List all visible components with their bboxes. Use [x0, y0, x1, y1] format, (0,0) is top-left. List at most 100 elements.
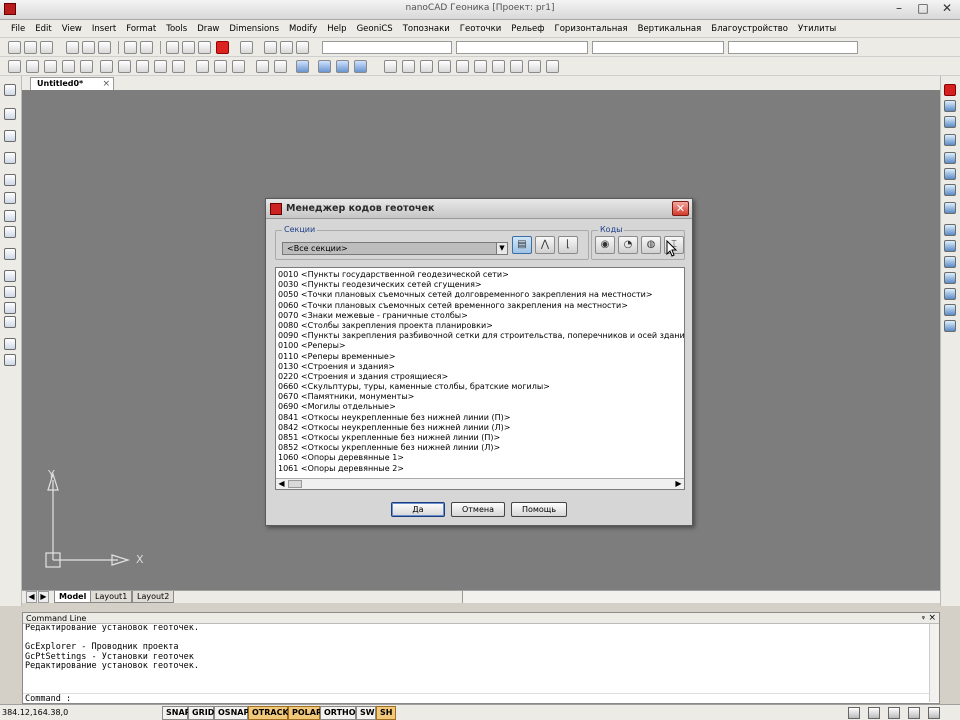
array-icon[interactable] — [944, 152, 956, 164]
copy-object-icon[interactable] — [944, 100, 956, 112]
code-edit-button[interactable]: ◔ — [618, 236, 638, 254]
open-file-icon[interactable] — [24, 41, 37, 54]
list-item[interactable]: 1061 <Опоры деревянные 2> — [276, 464, 684, 474]
menu-draw[interactable]: Draw — [192, 24, 224, 34]
geo-tool-3-icon[interactable] — [336, 60, 349, 73]
tab-first-icon[interactable]: ◀ — [26, 591, 37, 603]
hatch-icon[interactable] — [4, 226, 16, 238]
osnap-insert-icon[interactable] — [214, 60, 227, 73]
point-icon[interactable] — [4, 248, 16, 260]
osnap-intersection-icon[interactable] — [44, 60, 57, 73]
rectangle-icon[interactable] — [4, 152, 16, 164]
move-icon[interactable] — [944, 168, 956, 180]
section-view-button[interactable]: ▤ — [512, 236, 532, 254]
osnap-center-icon[interactable] — [100, 60, 113, 73]
list-item[interactable]: 1060 <Опоры деревянные 1> — [276, 453, 684, 463]
tab-layout2[interactable]: Layout2 — [132, 591, 175, 603]
ortho-toggle[interactable]: ORTHO — [320, 706, 356, 720]
properties-icon[interactable] — [240, 41, 253, 54]
section-edit-button[interactable]: ⋀ — [535, 236, 555, 254]
dim-radius-icon[interactable] — [438, 60, 451, 73]
break-icon[interactable] — [944, 272, 956, 284]
list-item[interactable]: 0080 <Столбы закрепления проекта планиро… — [276, 321, 684, 331]
list-item[interactable]: 0050 <Точки плановых съемочных сетей дол… — [276, 290, 684, 300]
new-file-icon[interactable] — [8, 41, 21, 54]
save-icon[interactable] — [40, 41, 53, 54]
otrack-toggle[interactable]: OTRACK — [248, 706, 289, 720]
insert-block-icon[interactable] — [4, 286, 16, 298]
offset-icon[interactable] — [944, 134, 956, 146]
command-input[interactable]: Command : — [23, 693, 929, 704]
menu-file[interactable]: File — [6, 24, 30, 34]
dim-aligned-icon[interactable] — [402, 60, 415, 73]
list-horizontal-scrollbar[interactable]: ◀ ▶ — [276, 478, 684, 489]
list-item[interactable]: 0130 <Строения и здания> — [276, 362, 684, 372]
dim-linear-icon[interactable] — [384, 60, 397, 73]
tab-model[interactable]: Model — [54, 591, 92, 603]
menu-toposigns[interactable]: Топознаки — [398, 24, 455, 34]
menu-help[interactable]: Help — [322, 24, 351, 34]
dim-baseline-icon[interactable] — [492, 60, 505, 73]
trim-icon[interactable] — [944, 240, 956, 252]
list-item[interactable]: 0670 <Памятники, монументы> — [276, 392, 684, 402]
explode-icon[interactable] — [944, 320, 956, 332]
tray-icon-3[interactable] — [888, 707, 900, 719]
linetype-combo[interactable] — [592, 41, 724, 54]
codes-list[interactable]: 0010 <Пункты государственной геодезическ… — [275, 267, 685, 490]
grid-toggle[interactable]: GRID — [188, 706, 214, 720]
osnap-endpoint-icon[interactable] — [8, 60, 21, 73]
sections-select[interactable]: <Все секции> ▼ — [282, 242, 508, 255]
list-item[interactable]: 0070 <Знаки межевые - граничные столбы> — [276, 311, 684, 321]
tab-prev-icon[interactable]: ▶ — [38, 591, 49, 603]
close-tab-icon[interactable]: × — [102, 78, 110, 90]
scale-icon[interactable] — [944, 202, 956, 214]
dim-angular-icon[interactable] — [474, 60, 487, 73]
tray-icon-5[interactable] — [928, 707, 940, 719]
geo-tool-4-icon[interactable] — [354, 60, 367, 73]
list-item[interactable]: 0841 <Откосы неукрепленные без нижней ли… — [276, 413, 684, 423]
tray-icon-4[interactable] — [908, 707, 920, 719]
tab-layout1[interactable]: Layout1 — [90, 591, 133, 603]
list-item[interactable]: 0660 <Скульптуры, туры, каменные столбы,… — [276, 382, 684, 392]
list-item[interactable]: 0851 <Откосы укрепленные без нижней лини… — [276, 433, 684, 443]
ellipse-icon[interactable] — [4, 316, 16, 328]
stretch-icon[interactable] — [944, 224, 956, 236]
preview-icon[interactable] — [98, 41, 111, 54]
menu-utilities[interactable]: Утилиты — [793, 24, 841, 34]
rotate-icon[interactable] — [944, 184, 956, 196]
menu-insert[interactable]: Insert — [87, 24, 121, 34]
list-item[interactable]: 0842 <Откосы неукрепленные без нижней ли… — [276, 423, 684, 433]
dialog-close-button[interactable]: ✕ — [672, 201, 689, 216]
osnap-perpendicular-icon[interactable] — [154, 60, 167, 73]
list-item[interactable]: 0100 <Реперы> — [276, 341, 684, 351]
list-item[interactable]: 0010 <Пункты государственной геодезическ… — [276, 270, 684, 280]
osnap-quadrant-icon[interactable] — [118, 60, 131, 73]
table-icon[interactable] — [4, 338, 16, 350]
close-window-icon[interactable]: ✕ — [936, 1, 958, 17]
close-panel-icon[interactable]: × — [928, 613, 936, 624]
list-item[interactable]: 0110 <Реперы временные> — [276, 352, 684, 362]
osnap-nearest-icon[interactable] — [232, 60, 245, 73]
sw-toggle[interactable]: SW — [356, 706, 376, 720]
osnap-parallel-icon[interactable] — [172, 60, 185, 73]
geo-tool-2-icon[interactable] — [318, 60, 331, 73]
delete-icon[interactable] — [216, 41, 229, 54]
undo-icon[interactable] — [124, 41, 137, 54]
menu-horizontal[interactable]: Горизонтальная — [550, 24, 633, 34]
match-icon[interactable] — [280, 41, 293, 54]
menu-dimensions[interactable]: Dimensions — [224, 24, 284, 34]
paste-icon[interactable] — [198, 41, 211, 54]
section-delete-button[interactable]: ⌊ — [558, 236, 578, 254]
osnap-apparent-icon[interactable] — [62, 60, 75, 73]
osnap-toggle[interactable]: OSNAP — [214, 706, 249, 720]
dim-tolerance-icon[interactable] — [546, 60, 559, 73]
menu-landscaping[interactable]: Благоустройство — [706, 24, 793, 34]
osnap-extension-icon[interactable] — [80, 60, 93, 73]
pin-icon[interactable]: ᵠ — [922, 613, 925, 624]
menu-relief[interactable]: Рельеф — [506, 24, 549, 34]
print-icon[interactable] — [66, 41, 79, 54]
list-item[interactable]: 0030 <Пункты геодезических сетей сгущени… — [276, 280, 684, 290]
dim-diameter-icon[interactable] — [456, 60, 469, 73]
erase-icon[interactable] — [944, 84, 956, 96]
plot-icon[interactable] — [82, 41, 95, 54]
